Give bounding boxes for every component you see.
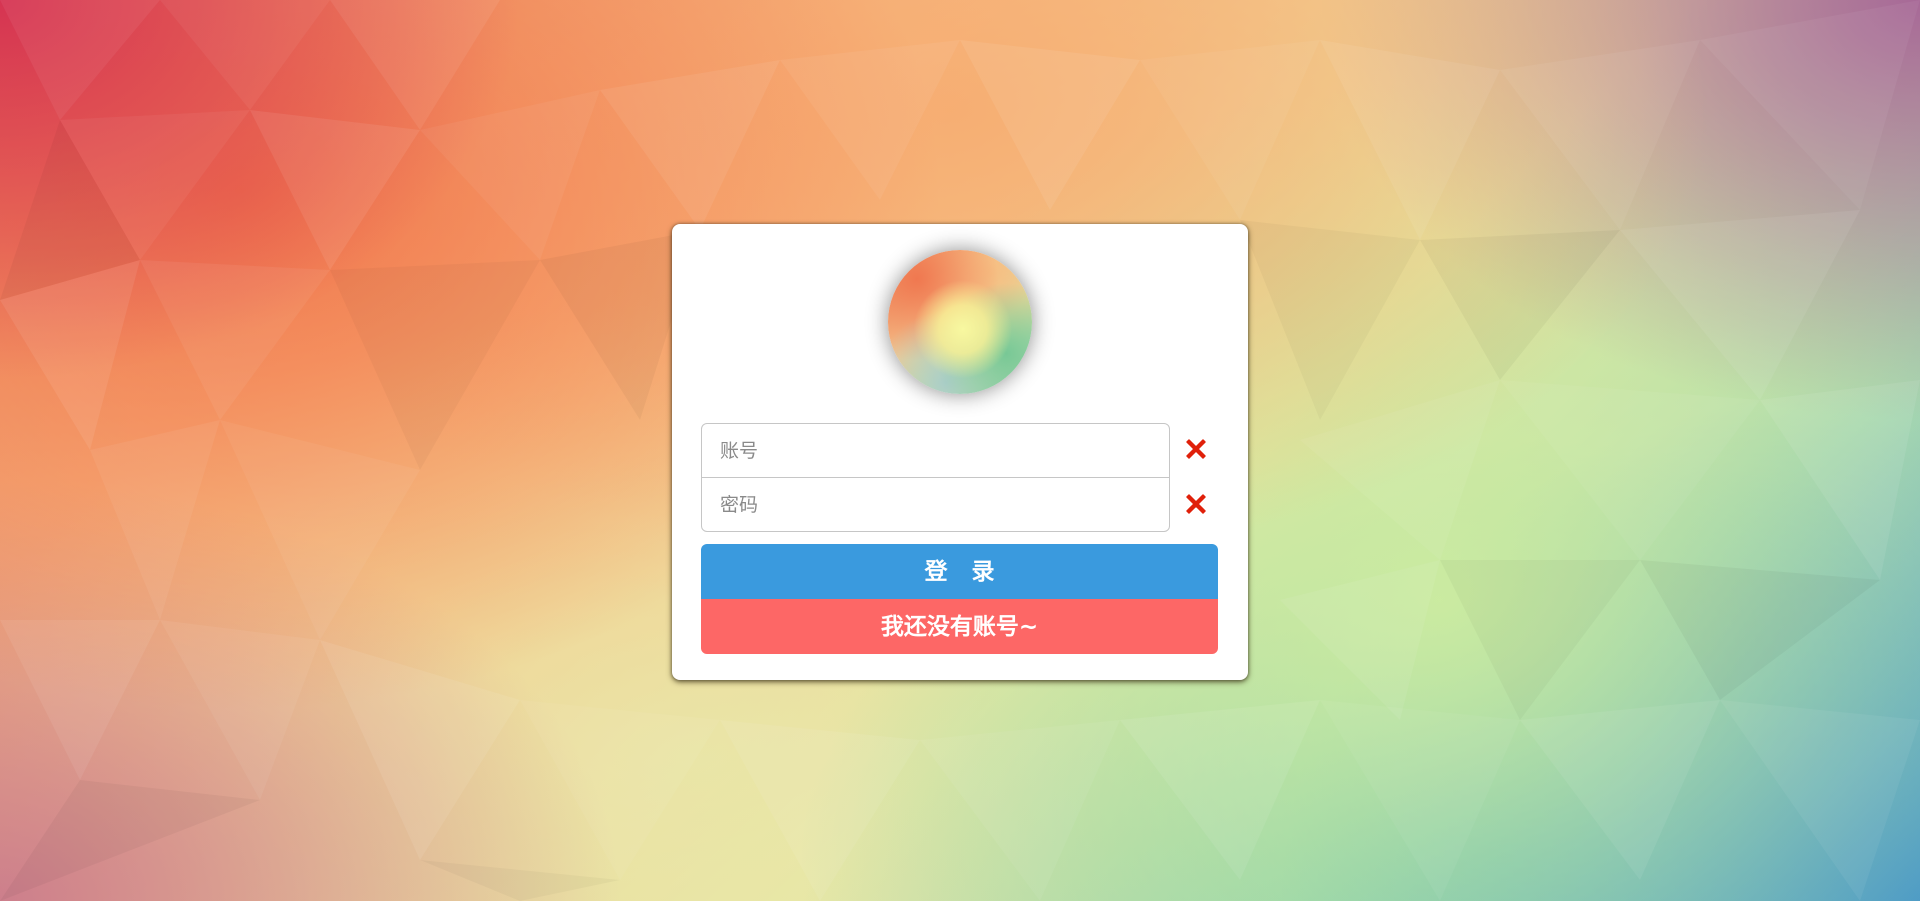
login-input-group xyxy=(701,423,1170,532)
login-button[interactable]: 登 录 xyxy=(701,544,1218,599)
password-input[interactable] xyxy=(701,477,1170,532)
login-card: 登 录 我还没有账号~ xyxy=(672,224,1248,680)
clear-password-icon[interactable] xyxy=(1182,490,1210,518)
register-button[interactable]: 我还没有账号~ xyxy=(701,599,1218,654)
account-input[interactable] xyxy=(701,423,1170,478)
avatar xyxy=(888,250,1032,394)
clear-account-icon[interactable] xyxy=(1182,435,1210,463)
